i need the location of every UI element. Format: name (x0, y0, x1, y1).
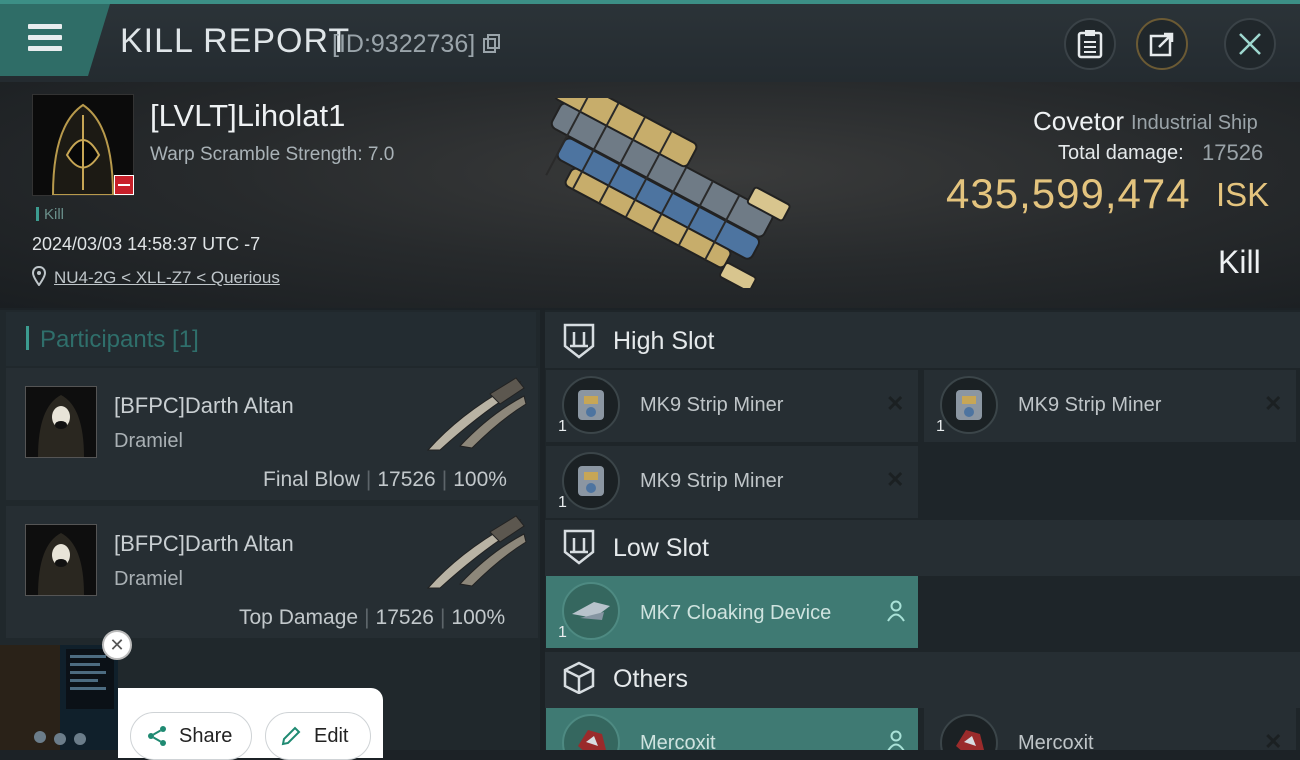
others-title: Others (613, 665, 689, 693)
isk-value: 435,599,474 (946, 170, 1191, 217)
isk-unit: ISK (1216, 176, 1270, 213)
destroyed-icon: ✕ (886, 391, 905, 416)
kill-datetime: 2024/03/03 14:58:37 UTC -7 (32, 234, 261, 254)
close-icon: ✕ (109, 634, 125, 655)
share-button[interactable]: Share (130, 712, 252, 760)
module-card[interactable]: 1 MK9 Strip Miner ✕ (546, 370, 918, 442)
export-icon (1149, 32, 1174, 57)
high-slot-icon (563, 323, 595, 359)
participant-ship: Dramiel (114, 568, 183, 590)
cargo-card[interactable]: Mercoxit (546, 708, 918, 750)
participant-damage: 17526 (377, 468, 436, 491)
victim-name[interactable]: [LVLT]Liholat1 (150, 98, 345, 134)
cargo-card[interactable]: Mercoxit ✕ (924, 708, 1296, 750)
module-name: MK9 Strip Miner (640, 470, 784, 492)
report-id[interactable]: [ID:9322736] (332, 30, 502, 59)
participants-title: Participants [1] (40, 326, 199, 353)
copy-icon[interactable] (482, 34, 502, 54)
low-slot-title: Low Slot (613, 534, 709, 562)
edit-button[interactable]: Edit (265, 712, 371, 760)
report-id-text: [ID:9322736] (332, 30, 476, 58)
screenshot-thumbnail[interactable] (0, 645, 118, 750)
destroyed-icon: ✕ (886, 467, 905, 492)
module-name: MK9 Strip Miner (640, 394, 784, 416)
participant-portrait[interactable] (25, 524, 97, 596)
strip-miner-icon (562, 376, 620, 434)
share-label: Share (179, 724, 233, 747)
person-icon (887, 600, 905, 622)
module-card[interactable]: 1 MK9 Strip Miner ✕ (924, 370, 1296, 442)
cargo-name: Mercoxit (640, 732, 716, 750)
cloaking-device-icon (562, 582, 620, 640)
low-slot-icon (563, 529, 595, 565)
module-card[interactable]: 1 MK7 Cloaking Device (546, 576, 918, 648)
participant-role: Top Damage (239, 606, 359, 629)
close-icon (1239, 33, 1261, 55)
dramiel-ship-icon (426, 377, 527, 451)
clipboard-button[interactable] (1064, 18, 1116, 70)
module-qty: 1 (936, 418, 945, 435)
clipboard-icon (1077, 30, 1103, 59)
kill-tag: Kill (36, 206, 64, 223)
location-pin-icon (32, 266, 46, 286)
pilot-portrait-icon (26, 525, 96, 595)
separator: | (364, 606, 370, 629)
module-name: MK7 Cloaking Device (640, 602, 832, 624)
ore-icon (940, 714, 998, 750)
participant-stats: Top Damage | 17526 | 100% (239, 606, 505, 630)
participant-name[interactable]: [BFPC]Darth Altan (114, 393, 294, 419)
module-name: MK9 Strip Miner (1018, 394, 1162, 416)
separator: | (441, 468, 448, 491)
location-link[interactable]: NU4-2G < XLL-Z7 < Querious (54, 268, 280, 288)
participant-percent: 100% (453, 468, 507, 491)
high-slot-title: High Slot (613, 327, 715, 355)
participant-portrait[interactable] (25, 386, 97, 458)
separator: | (365, 468, 372, 491)
strip-miner-icon (562, 452, 620, 510)
remove-badge (114, 175, 134, 195)
participant-ship: Dramiel (114, 430, 183, 452)
menu-icon-bar (28, 46, 62, 51)
page-title: KILL REPORT (120, 22, 351, 60)
menu-icon-bar (28, 35, 62, 40)
edit-label: Edit (314, 724, 349, 747)
share-export-button[interactable] (1136, 18, 1188, 70)
ship-class: Industrial Ship (1131, 112, 1258, 134)
total-damage-label: Total damage: (1058, 142, 1184, 164)
strip-miner-icon (940, 376, 998, 434)
destroyed-icon: ✕ (1264, 729, 1283, 750)
participant-percent: 100% (451, 606, 506, 629)
ship-render (545, 98, 791, 288)
menu-icon (28, 24, 62, 29)
cargo-box-icon (563, 661, 595, 694)
header-accent (26, 326, 29, 350)
share-icon (148, 726, 166, 746)
ore-icon (562, 714, 620, 750)
dramiel-ship-icon (426, 515, 527, 589)
participant-role: Final Blow (263, 468, 360, 491)
pilot-portrait-icon (26, 387, 96, 457)
destroyed-icon: ✕ (1264, 391, 1283, 416)
module-qty: 1 (558, 624, 567, 641)
cargo-name: Mercoxit (1018, 732, 1094, 750)
module-qty: 1 (558, 418, 567, 435)
participant-name[interactable]: [BFPC]Darth Altan (114, 531, 294, 557)
module-qty: 1 (558, 494, 567, 511)
warp-scramble-strength: Warp Scramble Strength: 7.0 (150, 144, 395, 165)
module-card[interactable]: 1 MK9 Strip Miner ✕ (546, 446, 918, 518)
participant-stats: Final Blow | 17526 | 100% (263, 468, 507, 492)
ship-name[interactable]: Covetor (1033, 106, 1124, 137)
person-icon (887, 730, 905, 750)
kill-result-label: Kill (1218, 244, 1261, 280)
total-damage-value: 17526 (1202, 140, 1264, 165)
screenshot-preview (0, 645, 118, 750)
thumbnail-close-button[interactable]: ✕ (102, 630, 132, 660)
separator: | (439, 606, 446, 629)
close-button[interactable] (1224, 18, 1276, 70)
pencil-icon (281, 726, 301, 746)
participant-damage: 17526 (375, 606, 434, 629)
